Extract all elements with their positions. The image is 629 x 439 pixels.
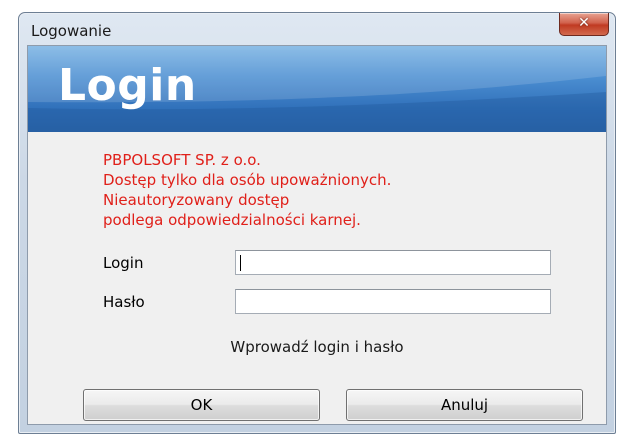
password-input[interactable] xyxy=(235,289,551,314)
warning-line-3: Nieautoryzowany dostęp xyxy=(103,191,290,209)
login-input[interactable] xyxy=(235,250,551,275)
close-button[interactable]: ✕ xyxy=(559,13,609,36)
text-caret xyxy=(240,255,241,271)
warning-line-4: podlega odpowiedzialności karnej. xyxy=(103,211,361,229)
cancel-button[interactable]: Anuluj xyxy=(346,389,583,421)
title-bar[interactable]: Logowanie ✕ xyxy=(19,13,615,45)
legal-warning: PBPOLSOFT SP. z o.o. Dostęp tylko dla os… xyxy=(103,150,391,230)
window-title: Logowanie xyxy=(31,22,112,40)
banner-title: Login xyxy=(58,60,197,111)
dialog-client-area: Login PBPOLSOFT SP. z o.o. Dostęp tylko … xyxy=(27,45,607,425)
password-label: Hasło xyxy=(103,293,145,311)
login-banner: Login xyxy=(28,46,606,132)
ok-button[interactable]: OK xyxy=(83,389,320,421)
warning-company: PBPOLSOFT SP. z o.o. xyxy=(103,151,261,169)
login-dialog-window: Logowanie ✕ Login PBPOLSOFT SP. z o.o. D… xyxy=(18,12,616,434)
close-icon: ✕ xyxy=(578,15,590,31)
login-label: Login xyxy=(103,254,144,272)
status-hint: Wprowadź login i hasło xyxy=(230,338,404,356)
warning-line-2: Dostęp tylko dla osób upoważnionych. xyxy=(103,171,392,189)
